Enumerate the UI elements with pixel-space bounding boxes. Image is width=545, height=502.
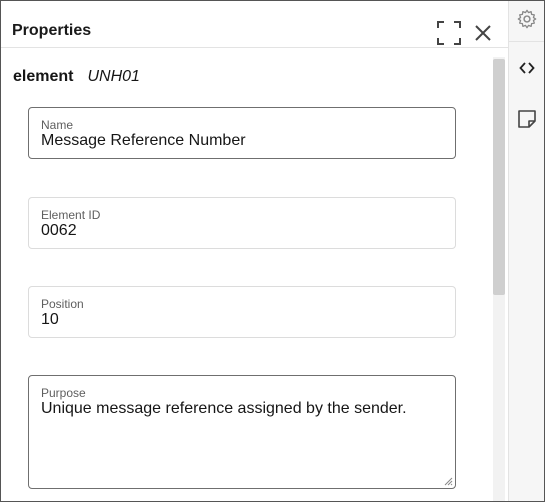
element-id-value[interactable]: 0062 <box>41 222 77 240</box>
expand-button[interactable] <box>437 21 461 45</box>
note-button[interactable] <box>515 107 539 131</box>
purpose-textarea[interactable]: Purpose Unique message reference assigne… <box>28 375 456 489</box>
element-label: element <box>13 68 74 85</box>
gear-icon <box>517 9 537 29</box>
name-label: Name <box>41 118 74 132</box>
position-value[interactable]: 10 <box>41 311 59 329</box>
element-id-field[interactable]: Element ID 0062 <box>28 197 456 249</box>
rail-divider <box>509 41 544 42</box>
panel-header: Properties <box>1 1 508 48</box>
close-icon <box>475 25 491 41</box>
element-heading: element UNH01 <box>13 68 140 86</box>
position-label: Position <box>41 297 84 311</box>
element-value: UNH01 <box>87 68 140 85</box>
settings-button[interactable] <box>515 7 539 31</box>
resize-grip-icon[interactable] <box>443 476 453 486</box>
scrollbar-thumb[interactable] <box>493 59 505 295</box>
window-frame: Properties element UNH01 Name Message Ref… <box>0 0 545 502</box>
panel-title: Properties <box>12 22 92 39</box>
code-icon <box>519 62 535 74</box>
position-field[interactable]: Position 10 <box>28 286 456 338</box>
sticky-note-icon <box>518 110 536 128</box>
purpose-value[interactable]: Unique message reference assigned by the… <box>41 400 441 418</box>
element-id-label: Element ID <box>41 208 101 222</box>
code-button[interactable] <box>515 56 539 80</box>
close-button[interactable] <box>471 21 495 45</box>
properties-panel: Properties element UNH01 Name Message Ref… <box>1 1 508 501</box>
name-field[interactable]: Name Message Reference Number <box>28 107 456 159</box>
purpose-label: Purpose <box>41 386 86 400</box>
right-rail <box>508 1 544 501</box>
name-value[interactable]: Message Reference Number <box>41 132 246 150</box>
expand-icon <box>437 21 461 45</box>
